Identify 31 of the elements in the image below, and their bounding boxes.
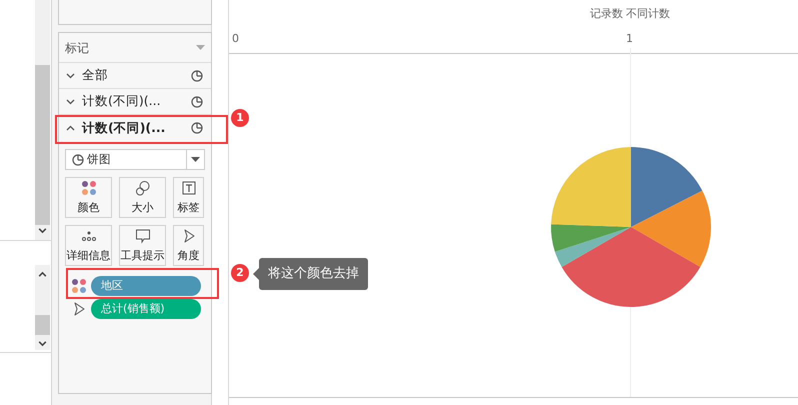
axis-tick-label: 0 bbox=[232, 31, 239, 47]
dropdown-caret-icon[interactable] bbox=[191, 156, 200, 162]
mark-button[interactable]: 详细信息 bbox=[65, 225, 112, 266]
axis-title: 记录数 不同计数 bbox=[588, 6, 672, 22]
layer-row[interactable]: 全部 bbox=[59, 63, 211, 89]
mark-button[interactable]: 颜色 bbox=[65, 177, 112, 218]
scrollbar-thumb[interactable] bbox=[35, 315, 50, 335]
size-circles-icon bbox=[134, 180, 150, 196]
scrollbar-track[interactable] bbox=[35, 265, 50, 350]
step-number: 1 bbox=[231, 109, 249, 127]
scrollbar-track[interactable] bbox=[35, 0, 50, 240]
color-dots-icon bbox=[71, 278, 87, 294]
speech-bubble-icon bbox=[134, 228, 150, 244]
scrollbar-thumb[interactable] bbox=[35, 65, 50, 225]
mark-button[interactable]: 角度 bbox=[173, 225, 204, 266]
marks-title: 标记 bbox=[65, 40, 89, 56]
pie-icon bbox=[191, 96, 203, 108]
pie-icon bbox=[72, 154, 84, 166]
color-dots-icon bbox=[80, 180, 96, 196]
annotation-tooltip: 将这个颜色去掉 bbox=[259, 258, 368, 290]
layer-row[interactable]: 计数(不同)(... bbox=[59, 115, 211, 141]
text-label-icon bbox=[180, 180, 196, 196]
pie-icon bbox=[191, 70, 203, 82]
mark-type-dropdown[interactable]: 饼图 bbox=[65, 149, 205, 170]
axis-tick-label: 1 bbox=[626, 31, 633, 47]
mark-button[interactable]: 工具提示 bbox=[119, 225, 166, 266]
pie-icon bbox=[191, 122, 203, 134]
mark-button[interactable]: 标签 bbox=[173, 177, 204, 218]
layer-row[interactable]: 计数(不同)(... bbox=[59, 89, 211, 115]
mark-button[interactable]: 大小 bbox=[119, 177, 166, 218]
step-number: 2 bbox=[231, 264, 249, 282]
